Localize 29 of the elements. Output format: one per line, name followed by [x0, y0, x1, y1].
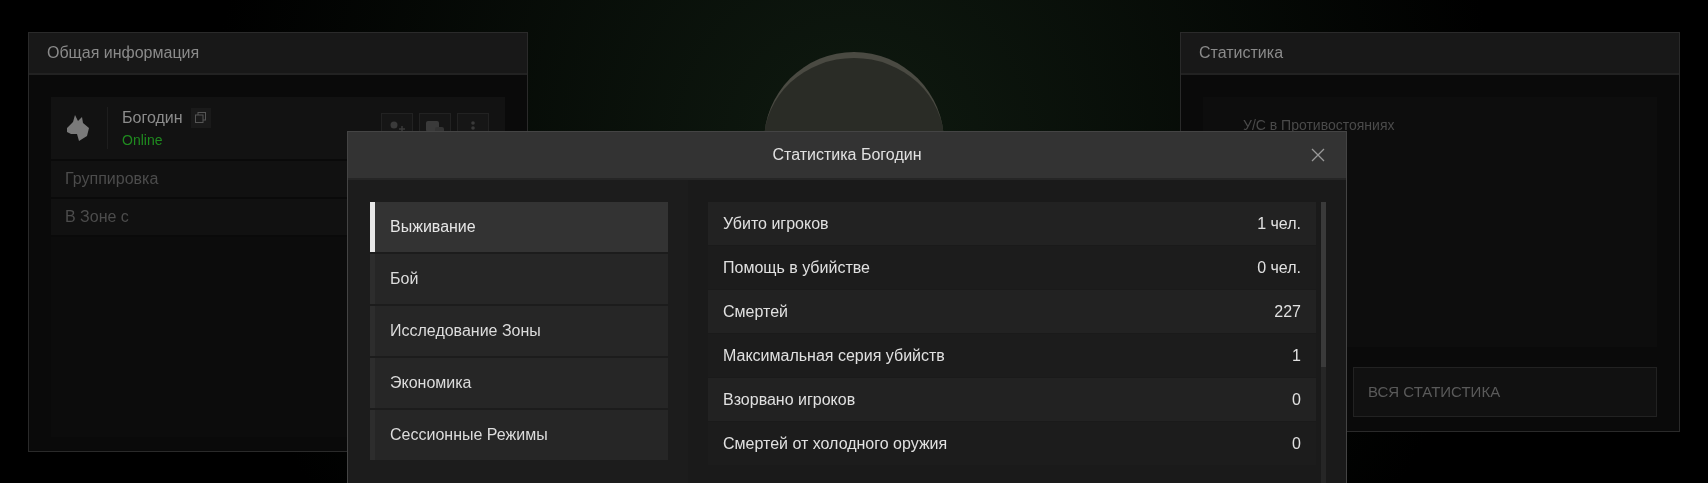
close-icon [1311, 148, 1325, 162]
modal-title: Статистика Богодин [772, 145, 922, 165]
stat-value: 0 чел. [1257, 257, 1301, 278]
panel-title: Статистика [1199, 43, 1284, 63]
category-tab[interactable]: Выживание [370, 202, 668, 252]
copy-button[interactable] [190, 107, 211, 128]
stat-value: 227 [1274, 301, 1301, 322]
stat-value: 0 [1292, 433, 1301, 454]
online-status: Online [122, 130, 164, 150]
chart-label: У/С в Противостояниях [1243, 117, 1395, 133]
wolf-icon [65, 114, 91, 142]
stat-value: 1 чел. [1257, 213, 1301, 234]
stat-label: Убито игроков [723, 213, 829, 234]
stat-label: Смертей [723, 301, 788, 322]
stat-value: 0 [1292, 389, 1301, 410]
category-tab[interactable]: Экономика [370, 358, 668, 408]
row-label: В Зоне с [65, 207, 129, 227]
copy-icon [195, 112, 207, 123]
category-tab[interactable]: Исследование Зоны [370, 306, 668, 356]
stat-label: Помощь в убийстве [723, 257, 870, 278]
stat-value: 1 [1292, 345, 1301, 366]
stat-label: Максимальная серия убийств [723, 345, 945, 366]
stat-label: Смертей от холодного оружия [723, 433, 948, 454]
panel-title: Общая информация [47, 43, 200, 63]
category-tab[interactable]: Сессионные Режимы [370, 410, 668, 460]
player-name: Богодин [122, 107, 183, 128]
category-tab[interactable]: Бой [370, 254, 668, 304]
stat-label: Взорвано игроков [723, 389, 856, 410]
row-label: Группировка [65, 169, 159, 189]
